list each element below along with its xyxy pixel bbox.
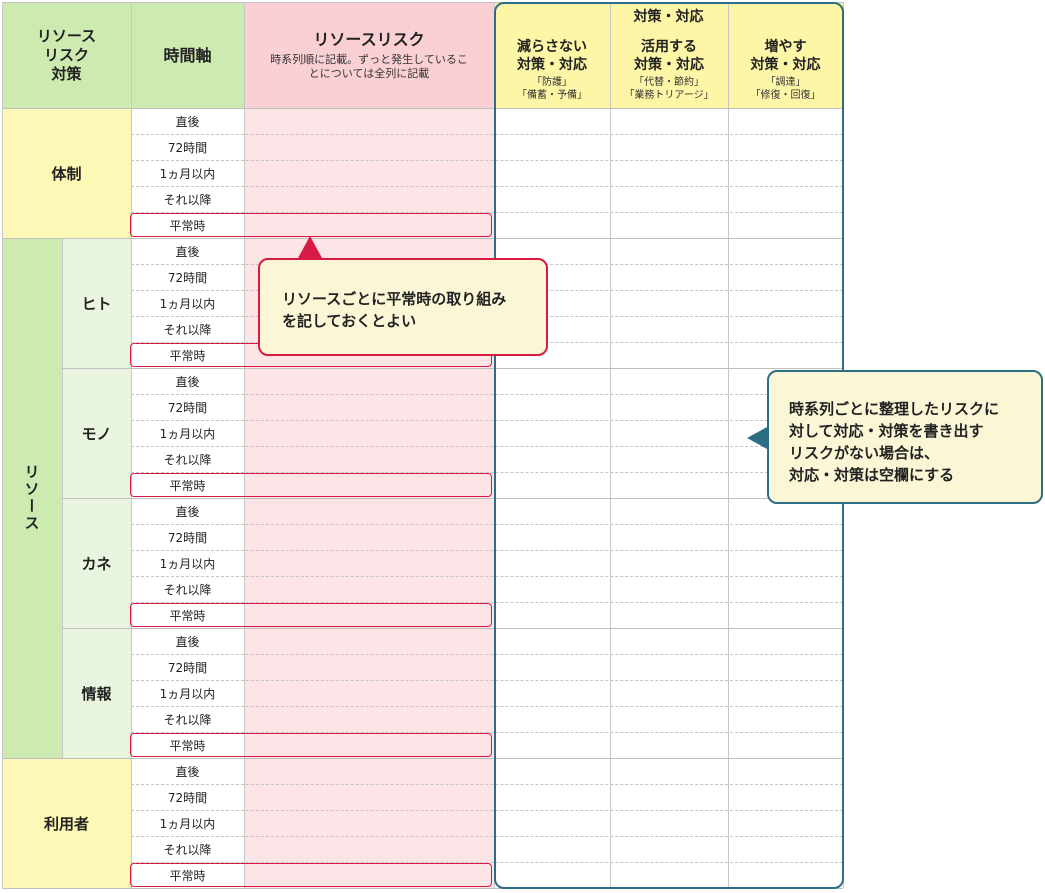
time-cell: 1ヵ月以内 — [159, 166, 216, 181]
time-cell: それ以降 — [163, 452, 212, 467]
text-line: リスク — [43, 45, 89, 64]
time-cell: 72時間 — [167, 400, 208, 415]
time-cell: 72時間 — [167, 660, 208, 675]
header-resource-risk: リソースリスク時系列順に記載。ずっと発生しているこ とについては全列に記載 — [244, 2, 494, 108]
category-resource: リソース — [2, 238, 62, 758]
normal-time-highlight — [130, 213, 492, 237]
time-cell: 72時間 — [167, 530, 208, 545]
risk-note: 時系列順に記載。ずっと発生しているこ とについては全列に記載 — [270, 53, 468, 81]
normal-time-highlight — [130, 603, 492, 627]
time-cell: それ以降 — [163, 842, 212, 857]
normal-time-highlight — [130, 473, 492, 497]
callout-pointer — [747, 427, 767, 449]
time-cell: 1ヵ月以内 — [159, 426, 216, 441]
text-line: 対して対応・対策を書き出す — [789, 422, 984, 440]
callout-pointer — [298, 236, 322, 258]
time-cell: 直後 — [175, 504, 200, 519]
time-cell: 1ヵ月以内 — [159, 296, 216, 311]
text-line: とについては全列に記載 — [308, 66, 430, 80]
time-cell: それ以降 — [163, 322, 212, 337]
category-users: 利用者 — [2, 758, 131, 888]
callout-normal-time: リソースごとに平常時の取り組み を記しておくとよい — [258, 258, 548, 356]
normal-time-highlight — [130, 733, 492, 757]
text-line: リスクがない場合は、 — [789, 444, 940, 462]
grid-vline — [2, 2, 3, 888]
time-cell: それ以降 — [163, 192, 212, 207]
text-line: 対応・対策は空欄にする — [789, 466, 955, 484]
time-cell: 1ヵ月以内 — [159, 816, 216, 831]
time-cell: 直後 — [175, 634, 200, 649]
time-cell: 直後 — [175, 244, 200, 259]
header-category: リソース リスク 対策 — [2, 2, 131, 108]
text-line: リソースごとに平常時の取り組み — [282, 290, 507, 308]
normal-time-highlight — [130, 863, 492, 887]
time-cell: 直後 — [175, 764, 200, 779]
subcategory-mono: モノ — [62, 368, 131, 498]
subcategory-joho: 情報 — [62, 628, 131, 758]
time-cell: 1ヵ月以内 — [159, 686, 216, 701]
time-cell: 1ヵ月以内 — [159, 556, 216, 571]
time-cell: 直後 — [175, 374, 200, 389]
time-cell: それ以降 — [163, 712, 212, 727]
time-cell: 72時間 — [167, 270, 208, 285]
category-taisei: 体制 — [2, 108, 131, 238]
time-cell: それ以降 — [163, 582, 212, 597]
text-line: 時系列ごとに整理したリスクに — [789, 400, 1000, 418]
header-time-axis: 時間軸 — [131, 2, 244, 108]
time-cell: 72時間 — [167, 790, 208, 805]
callout-measures: 時系列ごとに整理したリスクに 対して対応・対策を書き出す リスクがない場合は、 対応・… — [767, 370, 1043, 504]
risk-title: リソースリスク — [313, 29, 425, 49]
subcategory-kane: カネ — [62, 498, 131, 628]
subcategory-hito: ヒト — [62, 238, 131, 368]
time-cell: 直後 — [175, 114, 200, 129]
text-line: 対策 — [51, 64, 82, 83]
time-cell: 72時間 — [167, 140, 208, 155]
text-line: 時系列順に記載。ずっと発生しているこ — [270, 52, 468, 66]
text-line: リソース — [36, 26, 97, 45]
text-line: を記しておくとよい — [282, 312, 417, 330]
